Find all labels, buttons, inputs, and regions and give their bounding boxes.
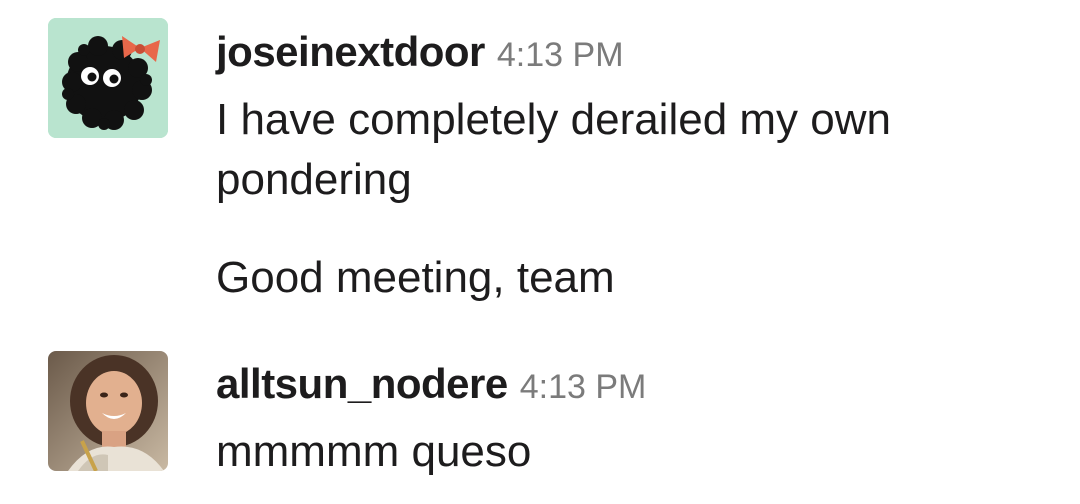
message-header: joseinextdoor 4:13 PM bbox=[216, 24, 624, 90]
avatar[interactable] bbox=[48, 18, 168, 138]
message-text: I have completely derailed my own ponder… bbox=[216, 95, 891, 204]
message-header: alltsun_nodere 4:13 PM bbox=[216, 356, 646, 422]
message-group-alltsun-nodere: alltsun_nodere 4:13 PM mmmmm queso bbox=[0, 340, 1080, 504]
username[interactable]: alltsun_nodere bbox=[216, 360, 508, 407]
message-text: Good meeting, team bbox=[216, 253, 615, 302]
user-photo-icon bbox=[48, 351, 168, 471]
timestamp[interactable]: 4:13 PM bbox=[497, 36, 624, 74]
soot-sprite-icon bbox=[48, 18, 168, 138]
username[interactable]: joseinextdoor bbox=[216, 28, 485, 75]
timestamp[interactable]: 4:13 PM bbox=[520, 368, 647, 406]
message-group-joseinextdoor: joseinextdoor 4:13 PM I have completely d… bbox=[0, 0, 1080, 320]
message-text: mmmmm queso bbox=[216, 427, 532, 476]
avatar[interactable] bbox=[48, 351, 168, 471]
